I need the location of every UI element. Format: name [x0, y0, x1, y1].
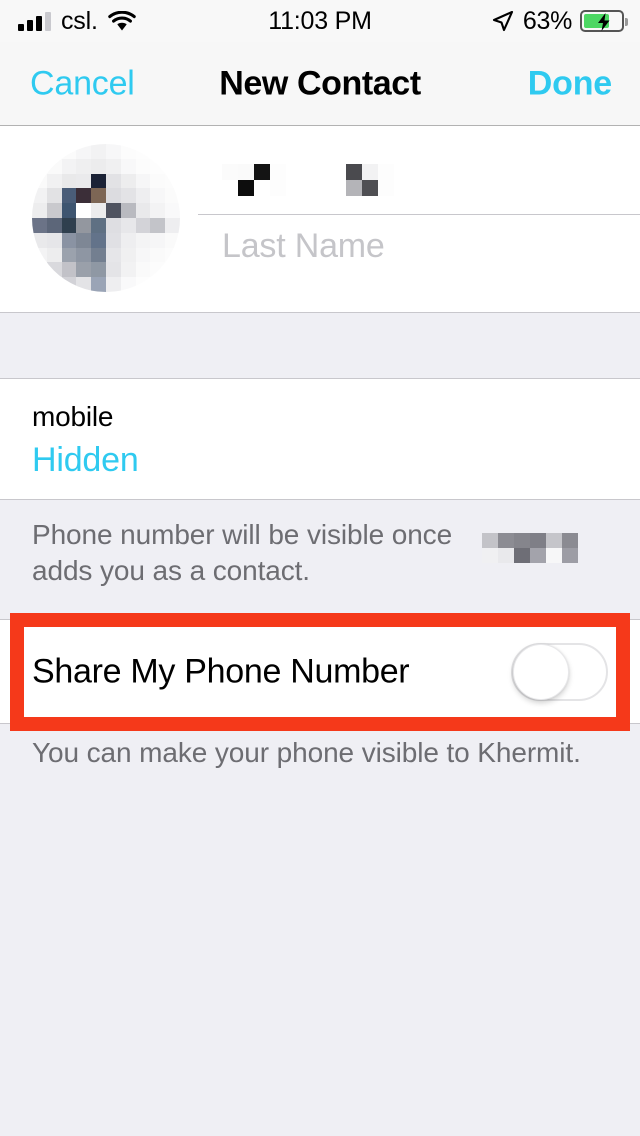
- phone-visibility-note: Phone number will be visible once adds y…: [0, 500, 640, 613]
- section-gap: [0, 313, 640, 379]
- iphone-screen: csl. 11:03 PM 63% Cancel New Contact Don…: [0, 0, 640, 1136]
- avatar[interactable]: [32, 144, 180, 292]
- location-arrow-icon: [492, 10, 513, 32]
- avatar-blur-mosaic: [32, 144, 180, 292]
- share-phone-note: You can make your phone visible to Kherm…: [0, 731, 640, 791]
- share-my-phone-number-toggle[interactable]: [511, 642, 608, 701]
- phone-row[interactable]: mobile Hidden: [0, 379, 640, 500]
- status-bar-left: csl.: [18, 0, 136, 42]
- toggle-knob[interactable]: [513, 643, 569, 700]
- wifi-icon: [107, 10, 136, 30]
- redaction-mosaic-a: [222, 164, 286, 196]
- charging-bolt-icon: [598, 13, 610, 31]
- redaction-mosaic-b: [346, 164, 394, 196]
- cellular-signal-icon: [18, 11, 51, 31]
- phone-value[interactable]: Hidden: [32, 441, 139, 480]
- clock-label: 11:03 PM: [268, 6, 372, 35]
- phone-label: mobile: [32, 401, 114, 432]
- share-phone-note-text: You can make your phone visible to Kherm…: [32, 737, 581, 768]
- navigation-bar: Cancel New Contact Done: [0, 42, 640, 126]
- battery-percent-label: 63%: [522, 6, 572, 35]
- last-name-field[interactable]: Last Name: [198, 215, 640, 285]
- empty-content-area: [0, 791, 640, 1136]
- share-my-phone-number-row[interactable]: Share My Phone Number: [0, 619, 640, 724]
- name-fields: Last Name: [198, 126, 640, 312]
- share-my-phone-number-label: Share My Phone Number: [32, 652, 410, 690]
- last-name-placeholder: Last Name: [222, 227, 385, 265]
- phone-visibility-note-text: Phone number will be visible once: [32, 519, 453, 550]
- contact-name-section: Last Name: [0, 126, 640, 313]
- first-name-redacted-value: [222, 164, 394, 196]
- status-bar: csl. 11:03 PM 63%: [0, 0, 640, 42]
- phone-visibility-note-line-2: adds you as a contact.: [32, 555, 310, 586]
- battery-icon: [580, 10, 628, 32]
- carrier-label: csl.: [61, 6, 98, 35]
- status-bar-right: 63%: [491, 0, 628, 42]
- done-button[interactable]: Done: [528, 64, 612, 103]
- first-name-field[interactable]: [198, 144, 640, 215]
